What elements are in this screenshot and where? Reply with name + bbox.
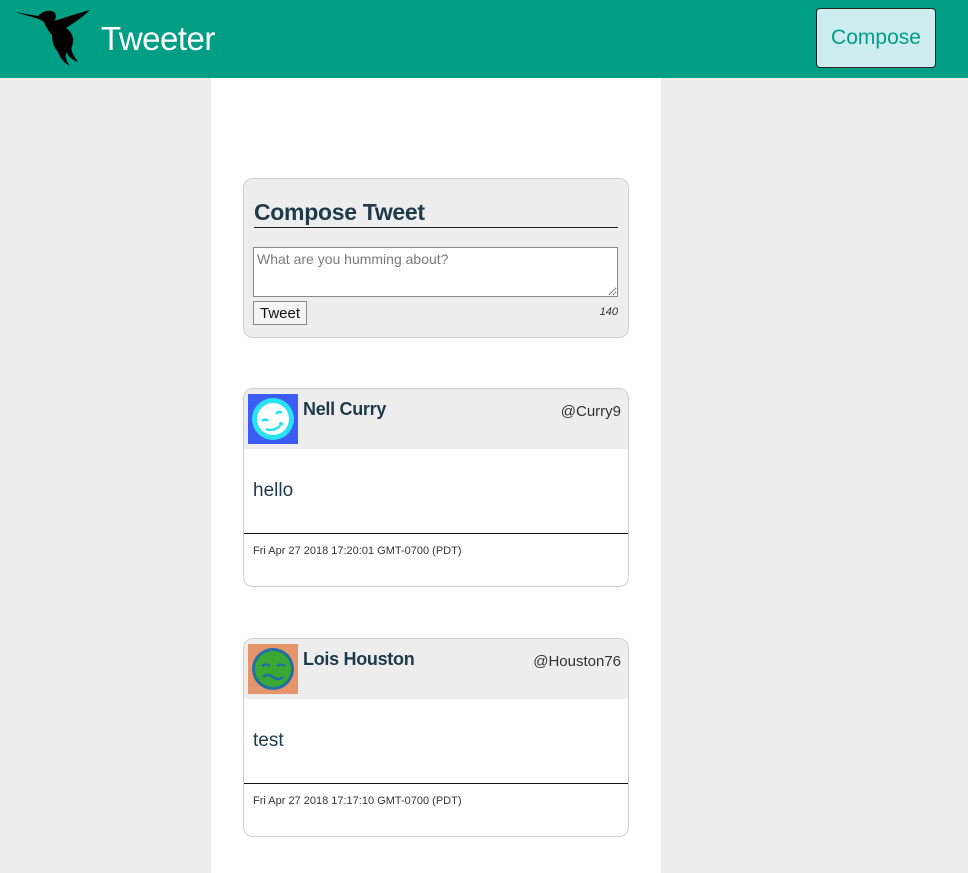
tweet-text: hello [253,480,294,501]
hummingbird-icon [14,10,90,66]
tweet-header: Nell Curry @Curry9 [244,389,628,449]
tweet-divider [244,533,628,534]
compose-toggle-button[interactable]: Compose [816,8,936,68]
tweet-timestamp: Fri Apr 27 2018 17:20:01 GMT-0700 (PDT) [253,545,462,557]
tweet-author-handle: @Houston76 [533,653,621,670]
character-counter: 140 [599,306,618,318]
tweet-divider [244,783,628,784]
compose-tweet-panel: Compose Tweet Tweet 140 [243,178,629,338]
face-avatar-icon [248,394,298,444]
app-title: Tweeter [101,20,215,57]
tweet-card: Lois Houston @Houston76 test Fri Apr 27 … [243,638,629,837]
tweet-card: Nell Curry @Curry9 hello Fri Apr 27 2018… [243,388,629,587]
top-nav-bar: Tweeter Compose [0,0,968,78]
tweet-author-handle: @Curry9 [560,403,621,420]
tweet-author-name: Lois Houston [303,649,415,669]
tweet-header: Lois Houston @Houston76 [244,639,628,699]
face-avatar-icon [248,644,298,694]
tweet-text: test [253,730,284,751]
tweet-submit-button[interactable]: Tweet [253,301,307,325]
tweet-author-name: Nell Curry [303,399,387,419]
tweet-timestamp: Fri Apr 27 2018 17:17:10 GMT-0700 (PDT) [253,795,462,807]
tweet-text-input[interactable] [253,247,618,297]
compose-heading: Compose Tweet [254,197,618,228]
